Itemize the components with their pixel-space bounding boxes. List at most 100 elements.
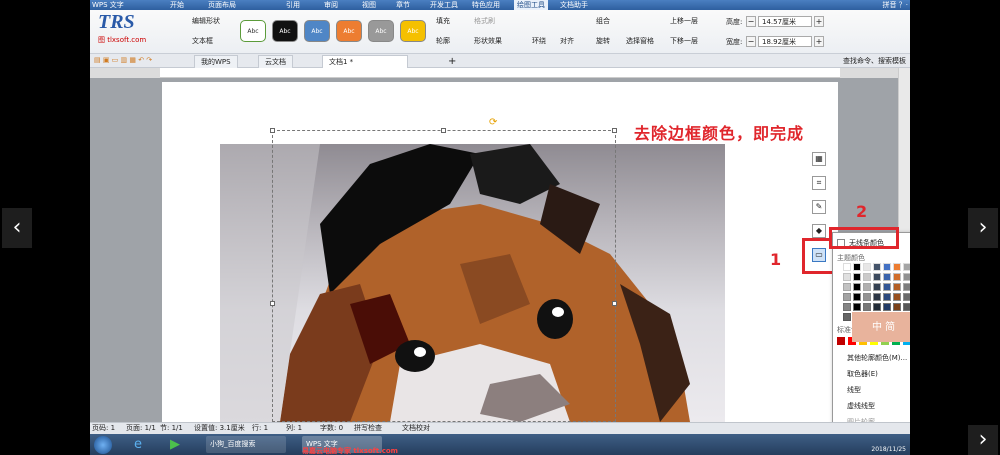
width-field[interactable]: 18.92厘米 xyxy=(758,36,812,47)
new-tab-button[interactable]: + xyxy=(448,56,456,67)
theme-color-swatch[interactable] xyxy=(863,293,871,301)
theme-color-swatch[interactable] xyxy=(873,273,881,281)
height-decrease-button[interactable]: − xyxy=(746,16,756,27)
theme-color-swatch[interactable] xyxy=(863,283,871,291)
theme-color-swatch[interactable] xyxy=(893,273,901,281)
menu-references[interactable]: 引用 xyxy=(286,0,300,10)
theme-color-swatch[interactable] xyxy=(883,263,891,271)
theme-color-swatch[interactable] xyxy=(893,293,901,301)
fill-bucket-icon[interactable]: ◆ xyxy=(812,224,826,238)
shape-style-blue[interactable]: Abc xyxy=(304,20,330,42)
next-slide-button-bottom[interactable]: › xyxy=(968,425,998,455)
theme-color-swatch[interactable] xyxy=(843,263,851,271)
more-colors-item[interactable]: 其他轮廓颜色(M)... xyxy=(847,353,907,363)
prev-slide-button[interactable]: ‹ xyxy=(2,208,32,248)
theme-color-swatch[interactable] xyxy=(883,303,891,311)
height-field[interactable]: 14.57厘米 xyxy=(758,16,812,27)
app-name[interactable]: WPS 文字 xyxy=(92,0,124,10)
theme-color-swatch[interactable] xyxy=(843,303,851,311)
line-style-item[interactable]: 线型 xyxy=(847,385,861,395)
theme-color-swatch[interactable] xyxy=(903,263,910,271)
resize-handle-ml[interactable] xyxy=(270,301,275,306)
edit-shape-button[interactable]: 编辑形状 xyxy=(192,16,220,26)
menu-chapter[interactable]: 章节 xyxy=(396,0,410,10)
wrap-button[interactable]: 环绕 xyxy=(532,36,546,46)
shape-style-orange[interactable]: Abc xyxy=(336,20,362,42)
fill-button[interactable]: 填充 xyxy=(436,16,450,26)
theme-color-swatch[interactable] xyxy=(893,283,901,291)
theme-color-swatch[interactable] xyxy=(893,263,901,271)
menu-developer[interactable]: 开发工具 xyxy=(430,0,458,10)
rotate-button[interactable]: 旋转 xyxy=(596,36,610,46)
bring-forward-button[interactable]: 上移一层 xyxy=(670,16,698,26)
tab-my-wps[interactable]: 我的WPS xyxy=(194,55,238,68)
layout-options-icon[interactable]: ▦ xyxy=(812,152,826,166)
document-page[interactable]: ⟳ 去除边框颜色，即完成 1 2 ▦ ⌗ ✎ ◆ ▭ xyxy=(162,82,867,422)
resize-handle-tl[interactable] xyxy=(270,128,275,133)
quick-access-toolbar[interactable]: ▤ ▣ ▭ ▥ ▦ ↶ ↷ xyxy=(94,56,152,64)
taskbar-browser-button[interactable]: 小狗_百度搜索 xyxy=(206,436,286,453)
window-controls[interactable]: 拼音 ？· xyxy=(883,0,908,10)
resize-handle-tc[interactable] xyxy=(441,128,446,133)
width-decrease-button[interactable]: − xyxy=(746,36,756,47)
theme-color-swatch[interactable] xyxy=(903,293,910,301)
shape-style-yellow[interactable]: Abc xyxy=(400,20,426,42)
menu-start[interactable]: 开始 xyxy=(170,0,184,10)
theme-color-swatch[interactable] xyxy=(903,303,910,311)
group-button[interactable]: 组合 xyxy=(596,16,610,26)
menu-page-layout[interactable]: 页面布局 xyxy=(208,0,236,10)
textbox-button[interactable]: 文本框 xyxy=(192,36,213,46)
dash-style-item[interactable]: 虚线线型 xyxy=(847,401,875,411)
media-player-icon[interactable]: ▶ xyxy=(170,437,180,452)
shape-style-black[interactable]: Abc xyxy=(272,20,298,42)
ie-icon[interactable]: e xyxy=(134,437,142,452)
menu-doc-assistant[interactable]: 文档助手 xyxy=(560,0,588,10)
format-brush-button[interactable]: 格式刷 xyxy=(474,16,495,26)
selection-frame[interactable]: ⟳ xyxy=(270,117,617,422)
next-slide-button[interactable]: › xyxy=(968,208,998,248)
theme-color-swatch[interactable] xyxy=(853,273,861,281)
tab-cloud-docs[interactable]: 云文档 xyxy=(258,55,293,68)
menu-view[interactable]: 视图 xyxy=(362,0,376,10)
theme-color-swatch[interactable] xyxy=(853,293,861,301)
theme-color-swatch[interactable] xyxy=(843,313,851,321)
align-button[interactable]: 对齐 xyxy=(560,36,574,46)
eyedropper-item[interactable]: 取色器(E) xyxy=(847,369,878,379)
theme-color-swatch[interactable] xyxy=(873,293,881,301)
select-pane-button[interactable]: 选择窗格 xyxy=(626,36,654,46)
shape-effect-button[interactable]: 形状效果 xyxy=(474,36,502,46)
theme-color-swatch[interactable] xyxy=(883,293,891,301)
standard-color-swatch[interactable] xyxy=(837,337,845,345)
theme-color-swatch[interactable] xyxy=(873,263,881,271)
theme-color-swatch[interactable] xyxy=(843,273,851,281)
theme-color-swatch[interactable] xyxy=(853,283,861,291)
system-clock[interactable]: 2018/11/25 xyxy=(871,446,906,453)
command-search[interactable]: 查找命令、搜索模板 xyxy=(843,54,906,68)
resize-handle-mr[interactable] xyxy=(612,301,617,306)
menu-drawing-tools[interactable]: 绘图工具 xyxy=(514,0,548,10)
shape-style-white[interactable]: Abc xyxy=(240,20,266,42)
horizontal-ruler[interactable] xyxy=(160,68,840,78)
menu-review[interactable]: 审阅 xyxy=(324,0,338,10)
theme-color-swatch[interactable] xyxy=(853,303,861,311)
height-increase-button[interactable]: + xyxy=(814,16,824,27)
theme-color-swatch[interactable] xyxy=(883,273,891,281)
theme-color-swatch[interactable] xyxy=(853,263,861,271)
menu-features[interactable]: 特色应用 xyxy=(472,0,500,10)
theme-color-swatch[interactable] xyxy=(863,303,871,311)
tab-document1[interactable]: 文档1 * xyxy=(322,55,408,68)
ime-toolbar[interactable]: 中 简 xyxy=(852,312,910,342)
resize-handle-tr[interactable] xyxy=(612,128,617,133)
theme-color-swatch[interactable] xyxy=(873,283,881,291)
shape-style-gray[interactable]: Abc xyxy=(368,20,394,42)
send-backward-button[interactable]: 下移一层 xyxy=(670,36,698,46)
theme-color-swatch[interactable] xyxy=(893,303,901,311)
theme-color-swatch[interactable] xyxy=(863,263,871,271)
theme-color-swatch[interactable] xyxy=(863,273,871,281)
theme-color-swatch[interactable] xyxy=(873,303,881,311)
theme-color-swatch[interactable] xyxy=(843,283,851,291)
crop-icon[interactable]: ⌗ xyxy=(812,176,826,190)
theme-color-swatch[interactable] xyxy=(843,293,851,301)
theme-color-swatch[interactable] xyxy=(903,283,910,291)
start-button[interactable] xyxy=(94,436,112,454)
